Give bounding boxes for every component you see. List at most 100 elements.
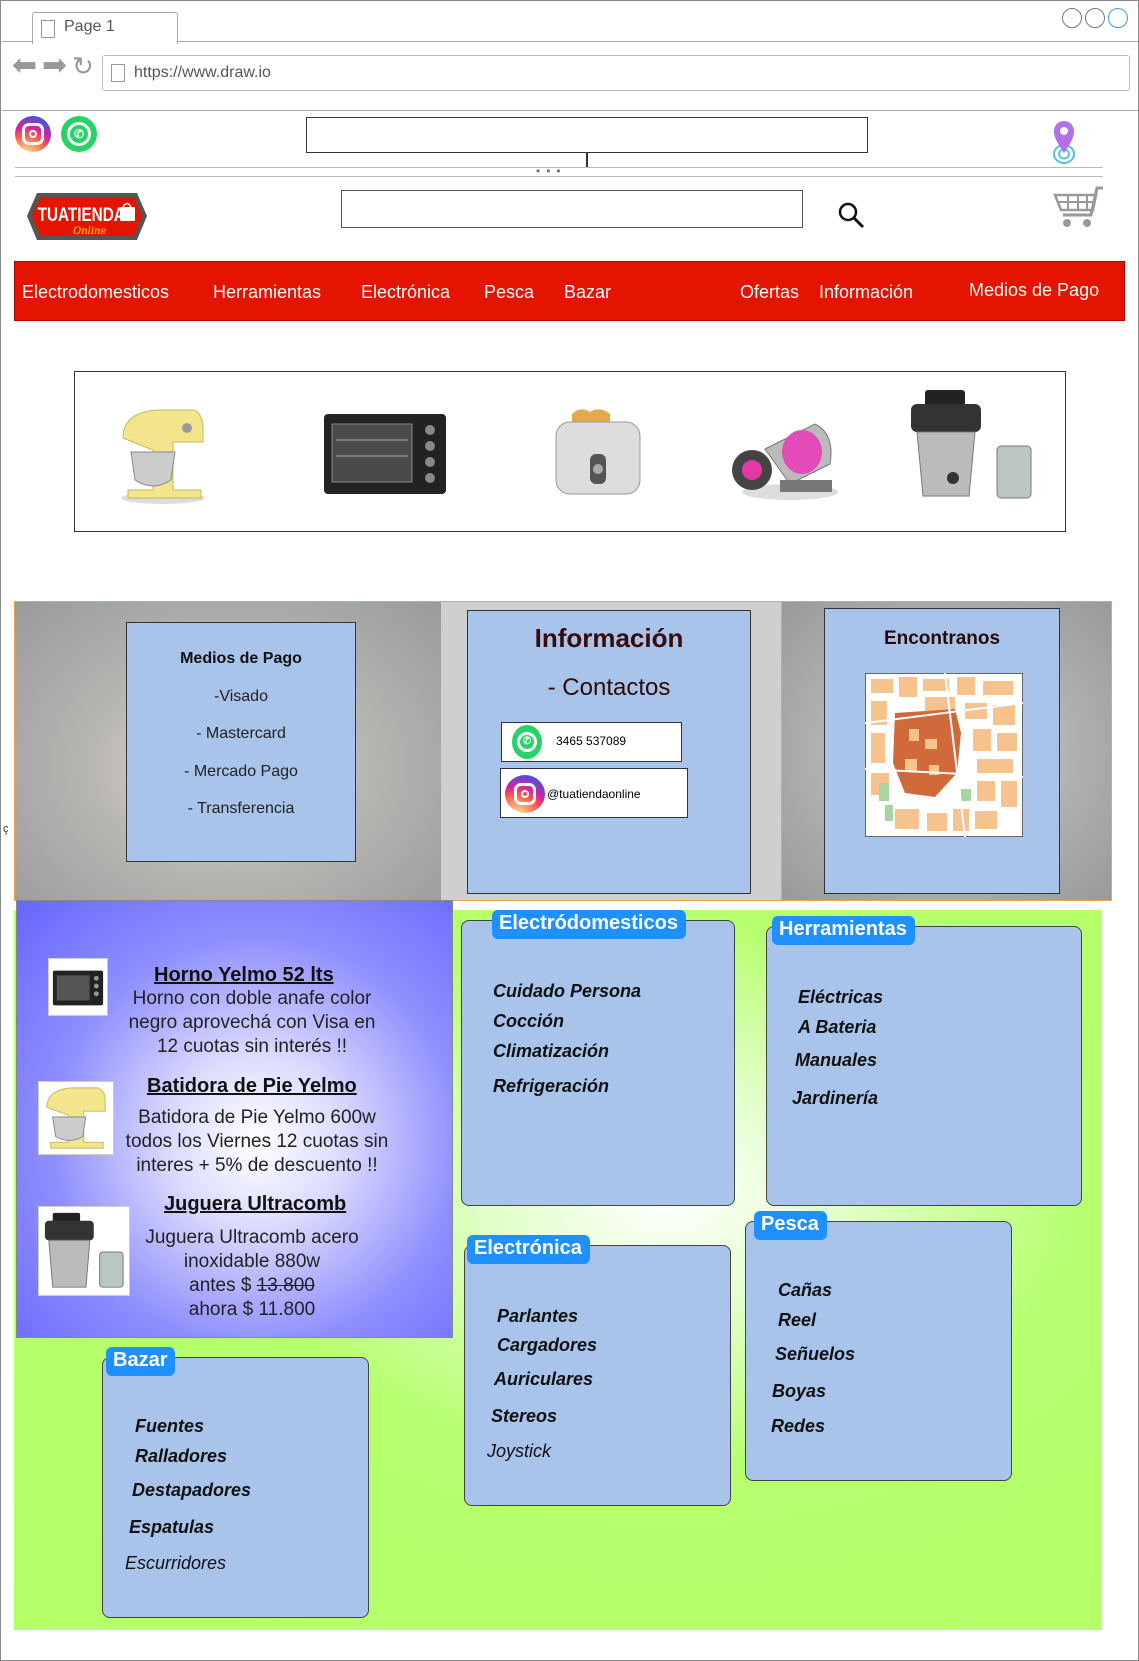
instagram-handle: @tuatiendaonline [547,787,641,801]
price-before-value: 13.800 [256,1275,315,1296]
whatsapp-icon[interactable]: ✆ [61,116,97,152]
category-link[interactable]: Espatulas [129,1517,214,1538]
menu-item-electrodomesticos[interactable]: Electrodomesticos [22,282,169,303]
url-text: https://www.draw.io [134,64,271,81]
category-link[interactable]: Redes [771,1416,825,1437]
category-link[interactable]: Jardinería [792,1088,878,1109]
instagram-icon[interactable] [15,116,51,152]
category-link[interactable]: Ralladores [135,1446,227,1467]
page-icon [41,20,55,38]
mixer-thumbnail[interactable] [38,1081,114,1155]
category-link[interactable]: Cañas [778,1280,832,1301]
address-bar-row: ⬅ ➡ ↻ https://www.draw.io [2,43,1138,111]
divider-tick [586,152,588,168]
payment-item: - Mastercard [196,725,286,742]
category-link[interactable]: Cuidado Persona [493,981,641,1002]
category-label-bazar[interactable]: Bazar [106,1347,176,1376]
search-input[interactable] [341,190,803,228]
promo-description: Batidora de Pie Yelmo 600w todos los Vie… [117,1106,397,1178]
promo-title[interactable]: Horno Yelmo 52 lts [154,964,334,987]
cart-icon[interactable] [1053,185,1105,231]
category-card-bazar: Fuentes Ralladores Destapadores Espatula… [102,1357,369,1618]
url-input[interactable]: https://www.draw.io [102,55,1130,91]
category-link[interactable]: Stereos [491,1406,557,1427]
category-link[interactable]: Boyas [772,1381,826,1402]
instagram-contact[interactable]: @tuatiendaonline [500,768,688,818]
menu-item-medios-de-pago[interactable]: Medios de Pago [969,280,1099,301]
juicer-image[interactable] [905,386,1035,506]
store-logo[interactable]: TUATIENDA Online [25,189,149,244]
back-arrow-icon[interactable]: ⬅ [12,51,37,81]
menu-item-bazar[interactable]: Bazar [564,282,611,303]
category-link[interactable]: A Bateria [798,1017,876,1038]
category-link[interactable]: Manuales [795,1050,877,1071]
category-link[interactable]: Destapadores [132,1480,251,1501]
window-button-icon[interactable] [1108,8,1128,28]
phone-number: 3465 537089 [556,734,627,748]
contact-card: Información - Contactos ✆ 3465 537089 @t… [467,610,751,894]
promo-title[interactable]: Juguera Ultracomb [164,1193,346,1216]
phone-contact[interactable]: ✆ 3465 537089 [501,722,682,762]
category-link[interactable]: Eléctricas [798,987,883,1008]
category-link[interactable]: Señuelos [775,1344,855,1365]
category-link[interactable]: Cargadores [497,1335,597,1356]
category-label-electro[interactable]: Electródomesticos [492,910,686,939]
payment-title: Medios de Pago [180,650,302,667]
window-button-icon[interactable] [1062,8,1082,28]
promotions-panel: Horno Yelmo 52 lts Horno con doble anafe… [16,900,453,1338]
promo-title[interactable]: Batidora de Pie Yelmo [147,1075,357,1098]
toaster-image[interactable] [550,404,645,502]
promo-line: Batidora de Pie Yelmo 600w [138,1107,376,1128]
juicer-thumbnail[interactable] [38,1206,130,1296]
stand-mixer-image[interactable] [113,400,213,505]
category-link[interactable]: Parlantes [497,1306,578,1327]
promo-description: Horno con doble anafe color negro aprove… [117,987,387,1059]
price-before-label: antes $ [189,1275,257,1296]
find-us-title: Encontranos [883,628,1001,649]
location-pin-icon[interactable] [1051,119,1077,165]
menu-item-herramientas[interactable]: Herramientas [213,282,321,303]
category-link[interactable]: Fuentes [135,1416,204,1437]
promo-price-now: ahora $ 11.800 [188,1299,316,1320]
promo-line: inoxidable 880w [183,1251,321,1272]
category-link[interactable]: Auriculares [494,1369,593,1390]
category-link[interactable]: Climatización [493,1041,609,1062]
info-subtitle: - Contactos [547,674,671,701]
promo-line: todos los Viernes 12 cuotas sin [125,1131,389,1152]
reload-icon[interactable]: ↻ [72,51,94,81]
tab-page-1[interactable]: Page 1 [32,12,178,44]
category-link[interactable]: Cocción [493,1011,564,1032]
promo-line: Juguera Ultracomb acero [145,1227,359,1248]
promo-line: Horno con doble anafe color [132,988,372,1009]
drag-handle-icon[interactable]: ••• [536,164,567,178]
category-card-electro: Cuidado Persona Cocción Climatización Re… [461,920,735,1206]
promo-line: interes + 5% de descuento !! [136,1155,378,1176]
menu-item-informacion[interactable]: Información [819,282,913,303]
payment-card: Medios de Pago -Visado - Mastercard - Me… [126,622,356,862]
category-link[interactable]: Refrigeración [493,1076,609,1097]
forward-arrow-icon[interactable]: ➡ [42,51,67,81]
search-icon[interactable] [837,201,865,229]
category-label-pesca[interactable]: Pesca [754,1211,827,1240]
main-menu: Electrodomesticos Herramientas Electróni… [14,261,1125,321]
stray-character: ç [3,823,9,835]
menu-item-pesca[interactable]: Pesca [484,282,534,303]
category-link[interactable]: Joystick [487,1441,551,1462]
menu-item-electronica[interactable]: Electrónica [361,282,450,303]
vacuum-cleaner-image[interactable] [730,404,845,502]
window-button-icon[interactable] [1085,8,1105,28]
category-label-electronica[interactable]: Electrónica [467,1235,590,1264]
map-image[interactable] [865,673,1023,837]
top-text-field[interactable] [306,117,868,153]
category-link[interactable]: Reel [778,1310,816,1331]
info-section: Medios de Pago -Visado - Mastercard - Me… [14,601,1112,901]
toaster-oven-image[interactable] [320,410,450,498]
menu-item-ofertas[interactable]: Ofertas [740,282,799,303]
tab-bar: Page 1 [2,2,1138,44]
category-card-herramientas: Eléctricas A Bateria Manuales Jardinería [766,926,1082,1206]
category-card-electronica: Parlantes Cargadores Auriculares Stereos… [464,1245,731,1506]
promo-line: 12 cuotas sin interés !! [156,1036,348,1057]
category-link[interactable]: Escurridores [125,1553,226,1574]
category-label-herramientas[interactable]: Herramientas [772,916,915,945]
oven-thumbnail[interactable] [48,958,108,1016]
